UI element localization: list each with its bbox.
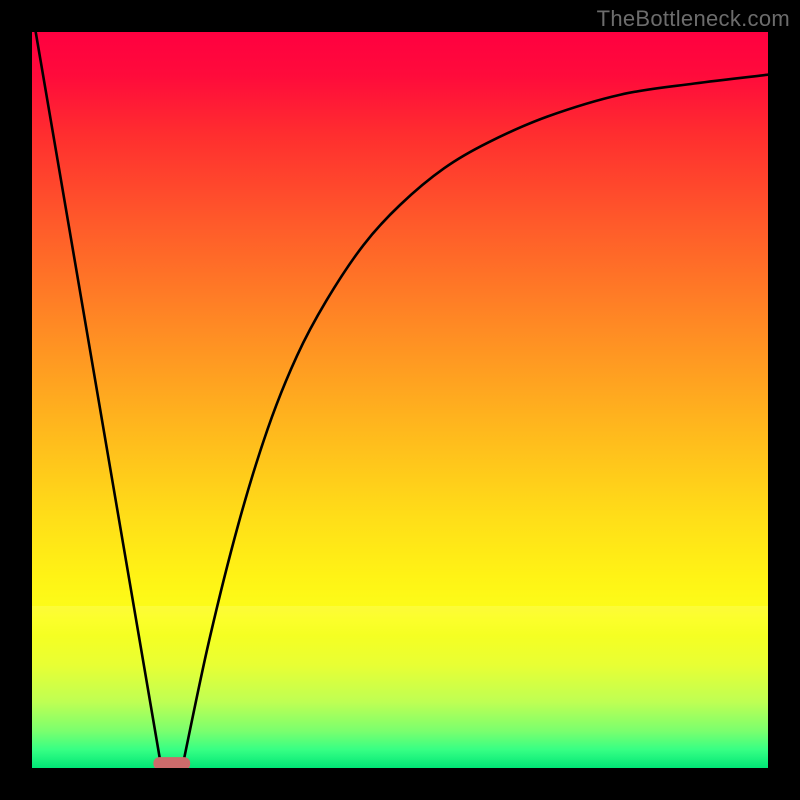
plot-area: [32, 32, 768, 768]
right-curve-path: [183, 75, 768, 765]
watermark-text: TheBottleneck.com: [597, 6, 790, 32]
left-line-path: [36, 32, 161, 764]
chart-svg: [32, 32, 768, 768]
min-marker-pill: [153, 757, 190, 768]
chart-frame: TheBottleneck.com: [0, 0, 800, 800]
